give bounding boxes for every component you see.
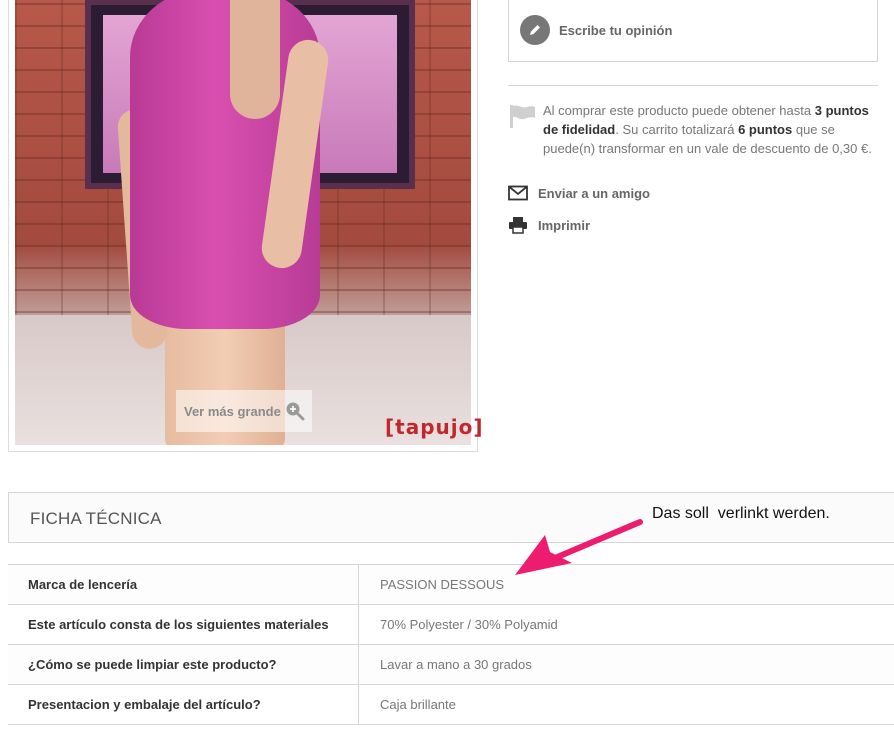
annotation-arrow-icon — [515, 519, 643, 575]
